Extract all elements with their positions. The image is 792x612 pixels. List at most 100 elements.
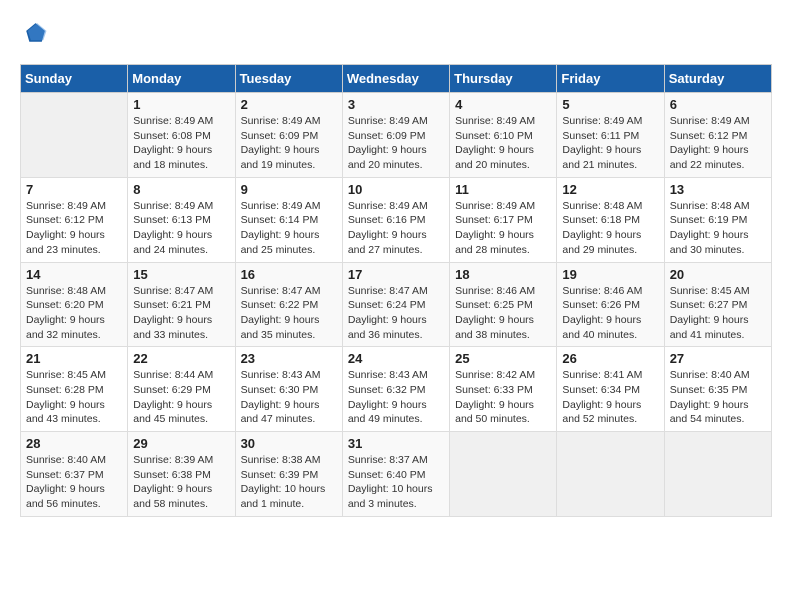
calendar-cell: 10 Sunrise: 8:49 AM Sunset: 6:16 PM Dayli… xyxy=(342,177,449,262)
calendar-cell: 9Sunrise: 8:49 AM Sunset: 6:14 PM Daylig… xyxy=(235,177,342,262)
day-number: 3 xyxy=(348,97,444,112)
day-info: Sunrise: 8:47 AM Sunset: 6:22 PM Dayligh… xyxy=(241,284,337,343)
calendar-cell xyxy=(557,432,664,517)
day-number: 22 xyxy=(133,351,229,366)
calendar-body: 1 Sunrise: 8:49 AM Sunset: 6:08 PM Daylig… xyxy=(21,93,772,517)
day-number: 12 xyxy=(562,182,658,197)
calendar-cell: 21 Sunrise: 8:45 AM Sunset: 6:28 PM Dayli… xyxy=(21,347,128,432)
calendar-cell: 15 Sunrise: 8:47 AM Sunset: 6:21 PM Dayli… xyxy=(128,262,235,347)
day-info: Sunrise: 8:49 AM Sunset: 6:09 PM Dayligh… xyxy=(348,114,444,173)
calendar-cell: 11 Sunrise: 8:49 AM Sunset: 6:17 PM Dayli… xyxy=(450,177,557,262)
day-number: 25 xyxy=(455,351,551,366)
calendar-cell: 28 Sunrise: 8:40 AM Sunset: 6:37 PM Dayli… xyxy=(21,432,128,517)
calendar-cell: 13 Sunrise: 8:48 AM Sunset: 6:19 PM Dayli… xyxy=(664,177,771,262)
day-info: Sunrise: 8:40 AM Sunset: 6:37 PM Dayligh… xyxy=(26,453,122,512)
calendar-cell: 25 Sunrise: 8:42 AM Sunset: 6:33 PM Dayli… xyxy=(450,347,557,432)
calendar-cell: 20 Sunrise: 8:45 AM Sunset: 6:27 PM Dayli… xyxy=(664,262,771,347)
day-info: Sunrise: 8:49 AM Sunset: 6:17 PM Dayligh… xyxy=(455,199,551,258)
day-info: Sunrise: 8:49 AM Sunset: 6:09 PM Dayligh… xyxy=(241,114,337,173)
day-info: Sunrise: 8:49 AM Sunset: 6:12 PM Dayligh… xyxy=(670,114,766,173)
day-info: Sunrise: 8:43 AM Sunset: 6:32 PM Dayligh… xyxy=(348,368,444,427)
calendar-cell: 7Sunrise: 8:49 AM Sunset: 6:12 PM Daylig… xyxy=(21,177,128,262)
logo-icon xyxy=(20,20,48,48)
day-number: 17 xyxy=(348,267,444,282)
day-info: Sunrise: 8:48 AM Sunset: 6:20 PM Dayligh… xyxy=(26,284,122,343)
day-number: 21 xyxy=(26,351,122,366)
day-number: 19 xyxy=(562,267,658,282)
day-number: 30 xyxy=(241,436,337,451)
calendar-cell: 1 Sunrise: 8:49 AM Sunset: 6:08 PM Daylig… xyxy=(128,93,235,178)
day-number: 24 xyxy=(348,351,444,366)
calendar-cell: 2 Sunrise: 8:49 AM Sunset: 6:09 PM Daylig… xyxy=(235,93,342,178)
day-info: Sunrise: 8:49 AM Sunset: 6:11 PM Dayligh… xyxy=(562,114,658,173)
day-info: Sunrise: 8:49 AM Sunset: 6:08 PM Dayligh… xyxy=(133,114,229,173)
day-number: 23 xyxy=(241,351,337,366)
day-info: Sunrise: 8:48 AM Sunset: 6:19 PM Dayligh… xyxy=(670,199,766,258)
day-info: Sunrise: 8:39 AM Sunset: 6:38 PM Dayligh… xyxy=(133,453,229,512)
day-number: 6 xyxy=(670,97,766,112)
day-number: 31 xyxy=(348,436,444,451)
day-number: 1 xyxy=(133,97,229,112)
day-info: Sunrise: 8:47 AM Sunset: 6:21 PM Dayligh… xyxy=(133,284,229,343)
calendar-cell: 4 Sunrise: 8:49 AM Sunset: 6:10 PM Daylig… xyxy=(450,93,557,178)
day-number: 14 xyxy=(26,267,122,282)
day-number: 28 xyxy=(26,436,122,451)
day-number: 2 xyxy=(241,97,337,112)
header-cell-tuesday: Tuesday xyxy=(235,65,342,93)
day-info: Sunrise: 8:37 AM Sunset: 6:40 PM Dayligh… xyxy=(348,453,444,512)
header xyxy=(20,20,772,48)
day-number: 10 xyxy=(348,182,444,197)
calendar-cell: 26 Sunrise: 8:41 AM Sunset: 6:34 PM Dayli… xyxy=(557,347,664,432)
day-info: Sunrise: 8:44 AM Sunset: 6:29 PM Dayligh… xyxy=(133,368,229,427)
day-number: 13 xyxy=(670,182,766,197)
calendar-cell: 6 Sunrise: 8:49 AM Sunset: 6:12 PM Daylig… xyxy=(664,93,771,178)
calendar-cell: 16 Sunrise: 8:47 AM Sunset: 6:22 PM Dayli… xyxy=(235,262,342,347)
calendar-cell: 17 Sunrise: 8:47 AM Sunset: 6:24 PM Dayli… xyxy=(342,262,449,347)
day-info: Sunrise: 8:41 AM Sunset: 6:34 PM Dayligh… xyxy=(562,368,658,427)
day-info: Sunrise: 8:40 AM Sunset: 6:35 PM Dayligh… xyxy=(670,368,766,427)
day-number: 27 xyxy=(670,351,766,366)
calendar-cell: 22 Sunrise: 8:44 AM Sunset: 6:29 PM Dayli… xyxy=(128,347,235,432)
calendar-cell: 30 Sunrise: 8:38 AM Sunset: 6:39 PM Dayli… xyxy=(235,432,342,517)
header-cell-friday: Friday xyxy=(557,65,664,93)
day-number: 11 xyxy=(455,182,551,197)
week-row-4: 28 Sunrise: 8:40 AM Sunset: 6:37 PM Dayli… xyxy=(21,432,772,517)
calendar-cell: 3 Sunrise: 8:49 AM Sunset: 6:09 PM Daylig… xyxy=(342,93,449,178)
day-number: 8 xyxy=(133,182,229,197)
header-cell-sunday: Sunday xyxy=(21,65,128,93)
day-number: 4 xyxy=(455,97,551,112)
calendar-cell: 29Sunrise: 8:39 AM Sunset: 6:38 PM Dayli… xyxy=(128,432,235,517)
calendar-cell: 23 Sunrise: 8:43 AM Sunset: 6:30 PM Dayli… xyxy=(235,347,342,432)
calendar-cell: 8 Sunrise: 8:49 AM Sunset: 6:13 PM Daylig… xyxy=(128,177,235,262)
day-number: 20 xyxy=(670,267,766,282)
header-row: SundayMondayTuesdayWednesdayThursdayFrid… xyxy=(21,65,772,93)
day-number: 15 xyxy=(133,267,229,282)
day-info: Sunrise: 8:49 AM Sunset: 6:12 PM Dayligh… xyxy=(26,199,122,258)
header-cell-saturday: Saturday xyxy=(664,65,771,93)
day-info: Sunrise: 8:49 AM Sunset: 6:13 PM Dayligh… xyxy=(133,199,229,258)
header-cell-thursday: Thursday xyxy=(450,65,557,93)
day-info: Sunrise: 8:45 AM Sunset: 6:28 PM Dayligh… xyxy=(26,368,122,427)
day-info: Sunrise: 8:49 AM Sunset: 6:10 PM Dayligh… xyxy=(455,114,551,173)
day-info: Sunrise: 8:38 AM Sunset: 6:39 PM Dayligh… xyxy=(241,453,337,512)
header-cell-monday: Monday xyxy=(128,65,235,93)
day-number: 18 xyxy=(455,267,551,282)
day-info: Sunrise: 8:42 AM Sunset: 6:33 PM Dayligh… xyxy=(455,368,551,427)
calendar-cell: 24 Sunrise: 8:43 AM Sunset: 6:32 PM Dayli… xyxy=(342,347,449,432)
week-row-3: 21 Sunrise: 8:45 AM Sunset: 6:28 PM Dayli… xyxy=(21,347,772,432)
day-info: Sunrise: 8:46 AM Sunset: 6:26 PM Dayligh… xyxy=(562,284,658,343)
day-number: 26 xyxy=(562,351,658,366)
day-info: Sunrise: 8:49 AM Sunset: 6:16 PM Dayligh… xyxy=(348,199,444,258)
day-number: 16 xyxy=(241,267,337,282)
calendar-cell: 31 Sunrise: 8:37 AM Sunset: 6:40 PM Dayli… xyxy=(342,432,449,517)
calendar-cell: 27 Sunrise: 8:40 AM Sunset: 6:35 PM Dayli… xyxy=(664,347,771,432)
day-info: Sunrise: 8:43 AM Sunset: 6:30 PM Dayligh… xyxy=(241,368,337,427)
header-cell-wednesday: Wednesday xyxy=(342,65,449,93)
day-info: Sunrise: 8:47 AM Sunset: 6:24 PM Dayligh… xyxy=(348,284,444,343)
day-info: Sunrise: 8:48 AM Sunset: 6:18 PM Dayligh… xyxy=(562,199,658,258)
day-info: Sunrise: 8:45 AM Sunset: 6:27 PM Dayligh… xyxy=(670,284,766,343)
day-info: Sunrise: 8:46 AM Sunset: 6:25 PM Dayligh… xyxy=(455,284,551,343)
calendar-cell: 5Sunrise: 8:49 AM Sunset: 6:11 PM Daylig… xyxy=(557,93,664,178)
calendar-cell: 18 Sunrise: 8:46 AM Sunset: 6:25 PM Dayli… xyxy=(450,262,557,347)
calendar-cell xyxy=(664,432,771,517)
